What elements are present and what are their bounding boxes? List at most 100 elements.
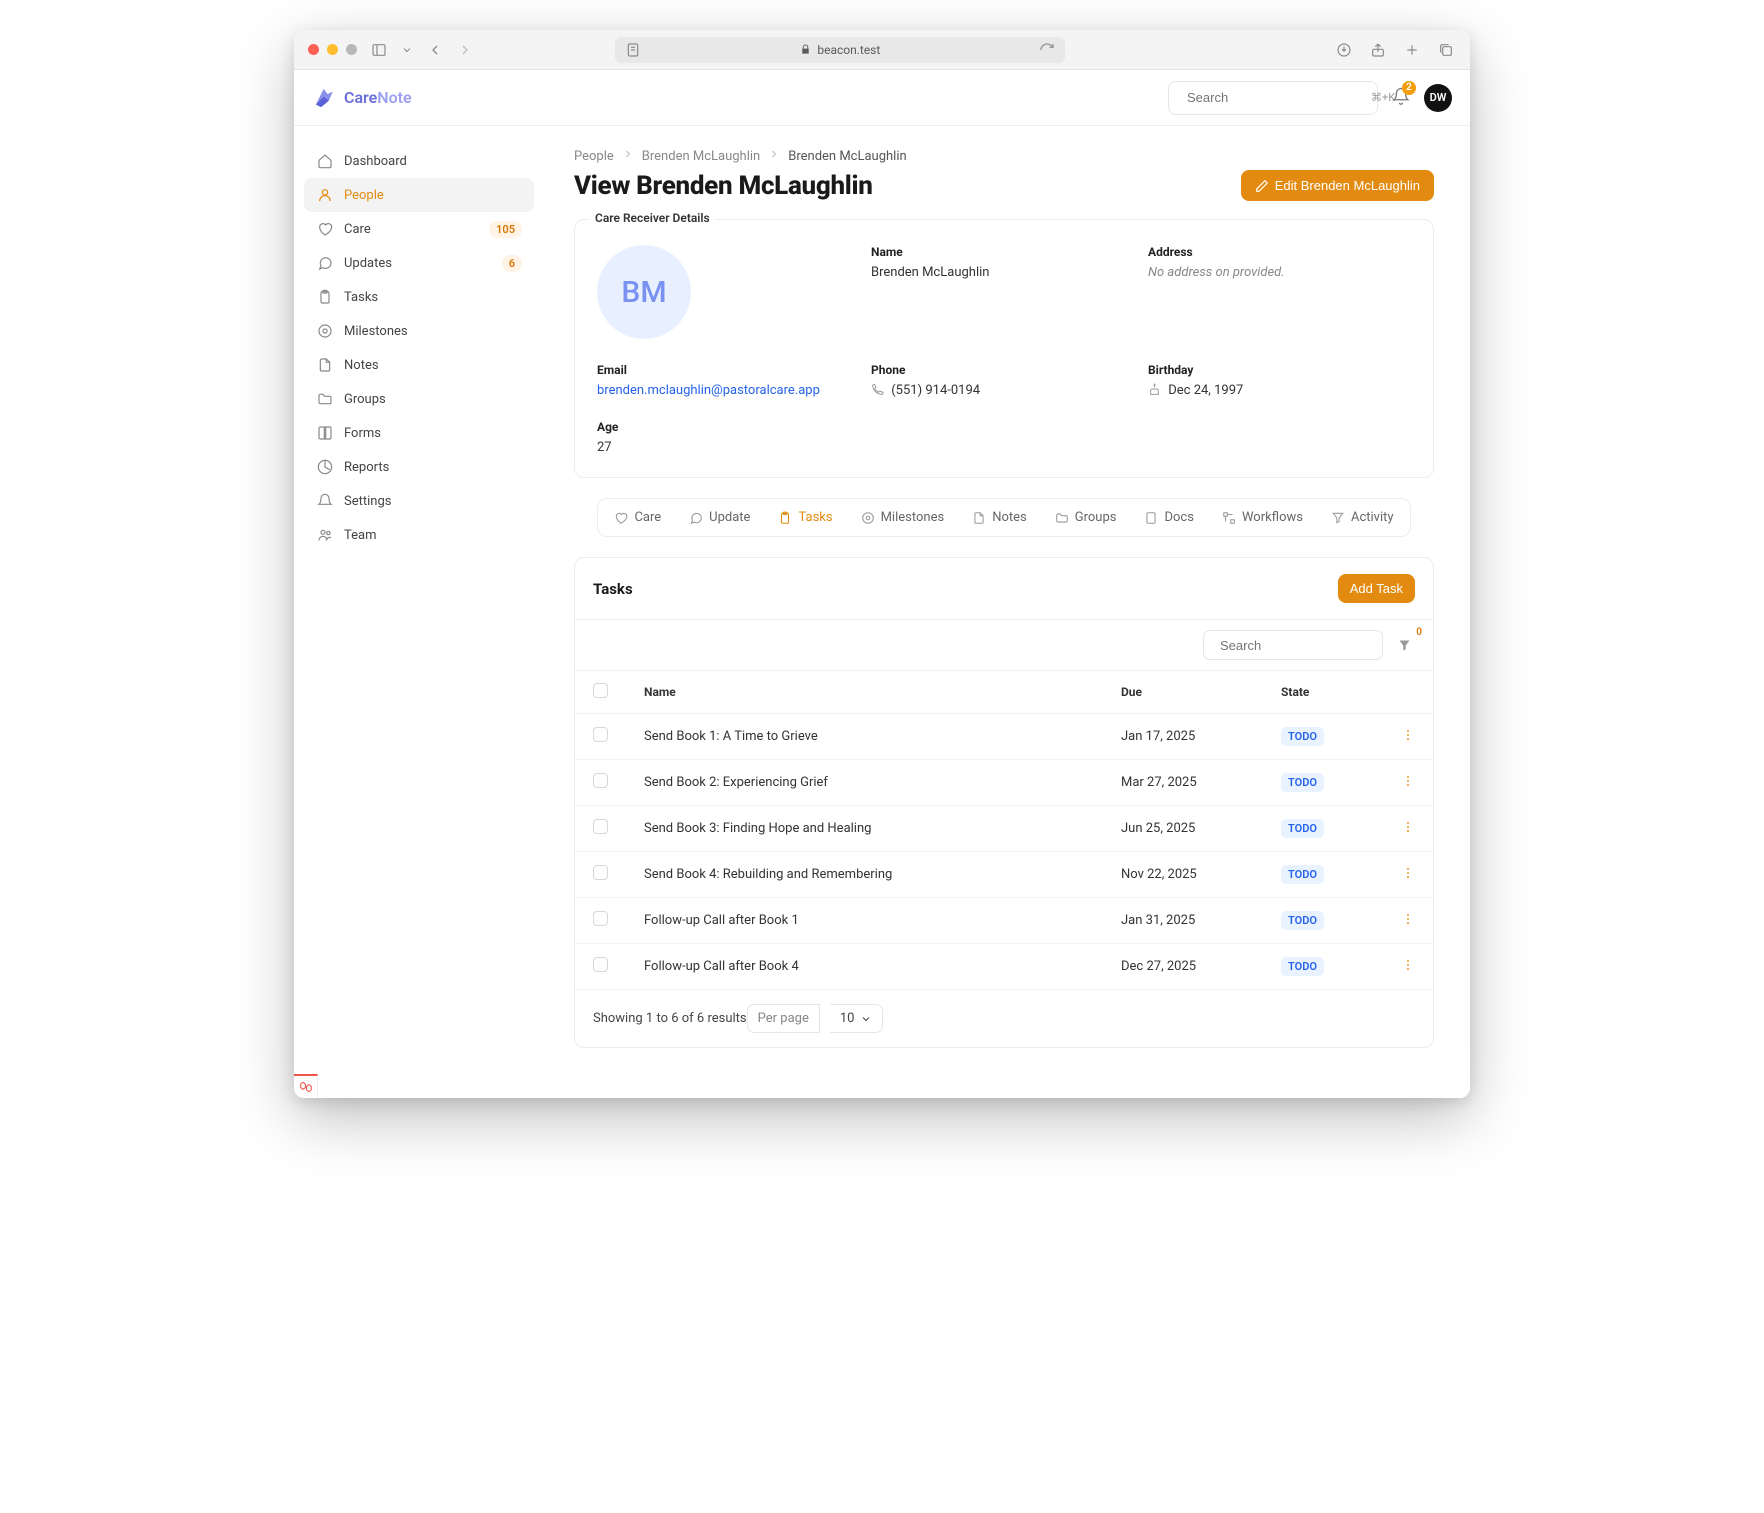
maximize-window-button[interactable] — [346, 44, 357, 55]
tab-care[interactable]: Care — [602, 503, 673, 532]
phone-icon — [871, 383, 884, 396]
table-row[interactable]: Send Book 1: A Time to GrieveJan 17, 202… — [575, 714, 1433, 760]
row-checkbox[interactable] — [593, 911, 608, 926]
table-row[interactable]: Follow-up Call after Book 4Dec 27, 2025T… — [575, 944, 1433, 990]
tab-update[interactable]: Update — [677, 503, 762, 532]
bell-outline-icon — [316, 492, 334, 510]
chart-icon — [316, 458, 334, 476]
download-icon[interactable] — [1334, 40, 1354, 60]
sidebar-toggle-icon[interactable] — [369, 40, 389, 60]
laravel-debug-icon[interactable] — [294, 1074, 318, 1098]
tasks-search[interactable] — [1203, 630, 1383, 660]
sidebar-item-care[interactable]: Care 105 — [304, 212, 534, 246]
sidebar-item-people[interactable]: People — [304, 178, 534, 212]
user-icon — [316, 186, 334, 204]
table-row[interactable]: Send Book 3: Finding Hope and HealingJun… — [575, 806, 1433, 852]
crumb-person[interactable]: Brenden McLaughlin — [642, 149, 760, 164]
address-label: Address — [1148, 245, 1411, 259]
sidebar-item-notes[interactable]: Notes — [304, 348, 534, 382]
tab-workflows[interactable]: Workflows — [1210, 503, 1315, 532]
sidebar-item-reports[interactable]: Reports — [304, 450, 534, 484]
col-name[interactable]: Name — [626, 671, 1103, 714]
sidebar-item-forms[interactable]: Forms — [304, 416, 534, 450]
table-row[interactable]: Send Book 4: Rebuilding and RememberingN… — [575, 852, 1433, 898]
user-avatar[interactable]: DW — [1424, 84, 1452, 112]
sidebar-badge: 6 — [502, 255, 522, 272]
row-menu-button[interactable] — [1383, 760, 1433, 806]
tabs-overview-icon[interactable] — [1436, 40, 1456, 60]
state-badge: TODO — [1281, 773, 1324, 792]
tab-milestones[interactable]: Milestones — [849, 503, 957, 532]
tasks-search-input[interactable] — [1220, 638, 1396, 653]
add-task-button[interactable]: Add Task — [1338, 574, 1415, 603]
sidebar-item-tasks[interactable]: Tasks — [304, 280, 534, 314]
tab-notes[interactable]: Notes — [960, 503, 1039, 532]
row-menu-button[interactable] — [1383, 806, 1433, 852]
table-row[interactable]: Follow-up Call after Book 1Jan 31, 2025T… — [575, 898, 1433, 944]
reload-icon[interactable] — [1037, 40, 1057, 60]
select-all-checkbox[interactable] — [593, 683, 608, 698]
message-icon — [316, 254, 334, 272]
task-name: Follow-up Call after Book 4 — [626, 944, 1103, 990]
sidebar-label: Milestones — [344, 324, 408, 339]
search-input[interactable] — [1187, 90, 1363, 105]
sidebar-item-dashboard[interactable]: Dashboard — [304, 144, 534, 178]
logo-text: CareNote — [344, 88, 412, 107]
close-window-button[interactable] — [308, 44, 319, 55]
chevron-down-icon[interactable] — [401, 40, 413, 60]
back-icon[interactable] — [425, 40, 445, 60]
row-checkbox[interactable] — [593, 819, 608, 834]
row-menu-button[interactable] — [1383, 944, 1433, 990]
lock-icon — [800, 44, 811, 55]
sidebar-item-team[interactable]: Team — [304, 518, 534, 552]
row-checkbox[interactable] — [593, 773, 608, 788]
col-due[interactable]: Due — [1103, 671, 1263, 714]
row-checkbox[interactable] — [593, 865, 608, 880]
col-state[interactable]: State — [1263, 671, 1383, 714]
tab-activity[interactable]: Activity — [1319, 503, 1406, 532]
sidebar-item-groups[interactable]: Groups — [304, 382, 534, 416]
sidebar-item-milestones[interactable]: Milestones — [304, 314, 534, 348]
sidebar-label: Tasks — [344, 290, 378, 305]
forward-icon[interactable] — [455, 40, 475, 60]
minimize-window-button[interactable] — [327, 44, 338, 55]
email-value[interactable]: brenden.mclaughlin@pastoralcare.app — [597, 383, 857, 398]
results-text: Showing 1 to 6 of 6 results — [593, 1011, 747, 1026]
filter-button[interactable]: 0 — [1393, 634, 1415, 656]
row-menu-button[interactable] — [1383, 714, 1433, 760]
age-value: 27 — [597, 440, 1411, 455]
task-name: Send Book 4: Rebuilding and Remembering — [626, 852, 1103, 898]
page-title: View Brenden McLaughlin — [574, 171, 873, 201]
tab-docs[interactable]: Docs — [1132, 503, 1205, 532]
birthday-value: Dec 24, 1997 — [1148, 383, 1411, 398]
table-row[interactable]: Send Book 2: Experiencing GriefMar 27, 2… — [575, 760, 1433, 806]
global-search[interactable]: ⌘+K — [1168, 81, 1378, 115]
crumb-people[interactable]: People — [574, 149, 614, 164]
address-value: No address on provided. — [1148, 265, 1411, 280]
new-tab-icon[interactable] — [1402, 40, 1422, 60]
tasks-table: Name Due State Send Book 1: A Time to Gr… — [575, 671, 1433, 990]
row-menu-button[interactable] — [1383, 898, 1433, 944]
sidebar-label: Team — [344, 528, 377, 543]
sidebar-label: People — [344, 188, 384, 203]
home-icon — [316, 152, 334, 170]
name-label: Name — [871, 245, 1134, 259]
app-logo[interactable]: CareNote — [312, 85, 412, 111]
share-icon[interactable] — [1368, 40, 1388, 60]
sidebar-item-settings[interactable]: Settings — [304, 484, 534, 518]
phone-label: Phone — [871, 363, 1134, 377]
row-checkbox[interactable] — [593, 957, 608, 972]
per-page-selector[interactable]: Per page 10 — [747, 1004, 884, 1033]
edit-person-button[interactable]: Edit Brenden McLaughlin — [1241, 170, 1434, 201]
row-menu-button[interactable] — [1383, 852, 1433, 898]
tab-tasks[interactable]: Tasks — [766, 503, 844, 532]
notifications-button[interactable]: 2 — [1392, 87, 1410, 109]
clipboard-icon — [316, 288, 334, 306]
state-badge: TODO — [1281, 865, 1324, 884]
sidebar-item-updates[interactable]: Updates 6 — [304, 246, 534, 280]
tab-groups[interactable]: Groups — [1043, 503, 1129, 532]
reader-mode-icon[interactable] — [623, 40, 643, 60]
row-checkbox[interactable] — [593, 727, 608, 742]
birthday-label: Birthday — [1148, 363, 1411, 377]
address-bar[interactable]: beacon.test — [615, 37, 1065, 63]
